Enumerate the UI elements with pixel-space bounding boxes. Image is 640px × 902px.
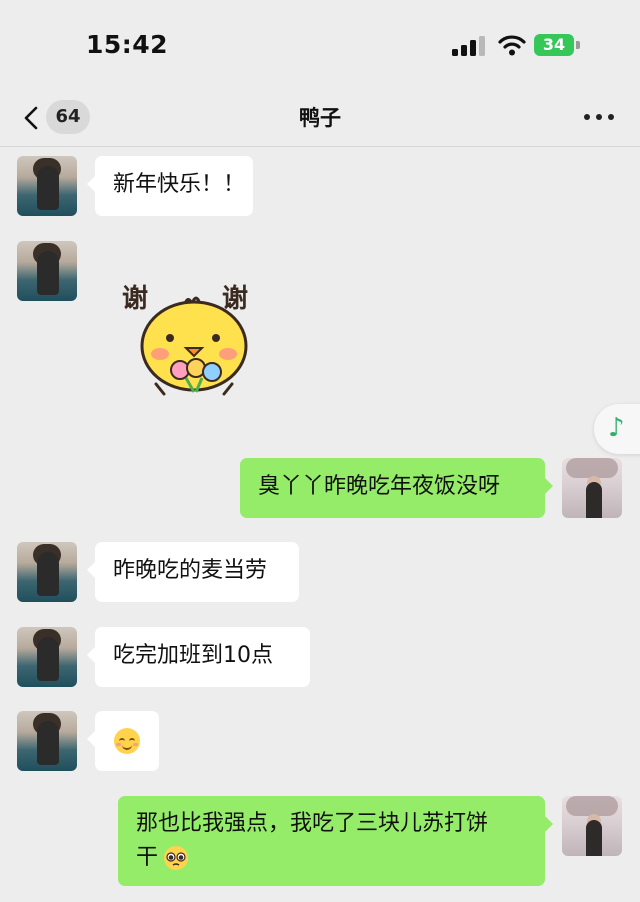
message-bubble-friend[interactable]: 吃完加班到10点 [87, 627, 310, 687]
friend-avatar[interactable] [17, 711, 77, 771]
message-text: 昨晚吃的麦当劳 [113, 558, 268, 583]
my-avatar[interactable] [562, 796, 622, 856]
battery-level: 34 [542, 35, 566, 54]
message-text-line2: 干 [136, 845, 159, 870]
friend-avatar[interactable] [17, 241, 77, 301]
more-dots-icon [584, 114, 590, 120]
message-bubble-me[interactable]: 臭丫丫昨晚吃年夜饭没呀 [240, 458, 553, 518]
message-text: 臭丫丫昨晚吃年夜饭没呀 [258, 474, 501, 499]
pleading-face-icon [164, 846, 188, 870]
message-bubble-friend[interactable]: 新年快乐！！ [87, 156, 253, 216]
my-avatar[interactable] [562, 458, 622, 518]
wifi-icon [498, 35, 526, 56]
back-button[interactable]: 64 [20, 98, 100, 138]
status-time: 15:42 [86, 30, 169, 59]
duck-icon [140, 296, 248, 396]
chevron-left-icon [24, 106, 38, 130]
thank-you-duck-sticker[interactable]: 谢 谢 [118, 278, 268, 396]
unread-count-badge: 64 [46, 100, 90, 134]
friend-avatar[interactable] [17, 156, 77, 216]
battery-icon: 34 [534, 34, 582, 56]
message-text-line1: 那也比我强点，我吃了三块儿苏打饼 [136, 811, 489, 836]
message-bubble-friend[interactable]: 昨晚吃的麦当劳 [87, 542, 299, 602]
music-note-icon: ♪ [608, 413, 625, 443]
friend-avatar[interactable] [17, 627, 77, 687]
chat-header: 鸭子 64 [0, 92, 640, 147]
cellular-signal-icon [452, 36, 485, 56]
friend-avatar[interactable] [17, 542, 77, 602]
more-options-button[interactable] [582, 110, 616, 124]
message-text: 新年快乐！！ [113, 172, 246, 197]
floating-music-button[interactable]: ♪ [594, 404, 640, 454]
status-bar: 15:42 34 [0, 0, 640, 92]
message-bubble-friend[interactable] [87, 711, 159, 771]
message-bubble-me[interactable]: 那也比我强点，我吃了三块儿苏打饼 干 [118, 796, 553, 886]
smiling-face-icon [114, 728, 140, 754]
message-text: 吃完加班到10点 [113, 643, 273, 668]
